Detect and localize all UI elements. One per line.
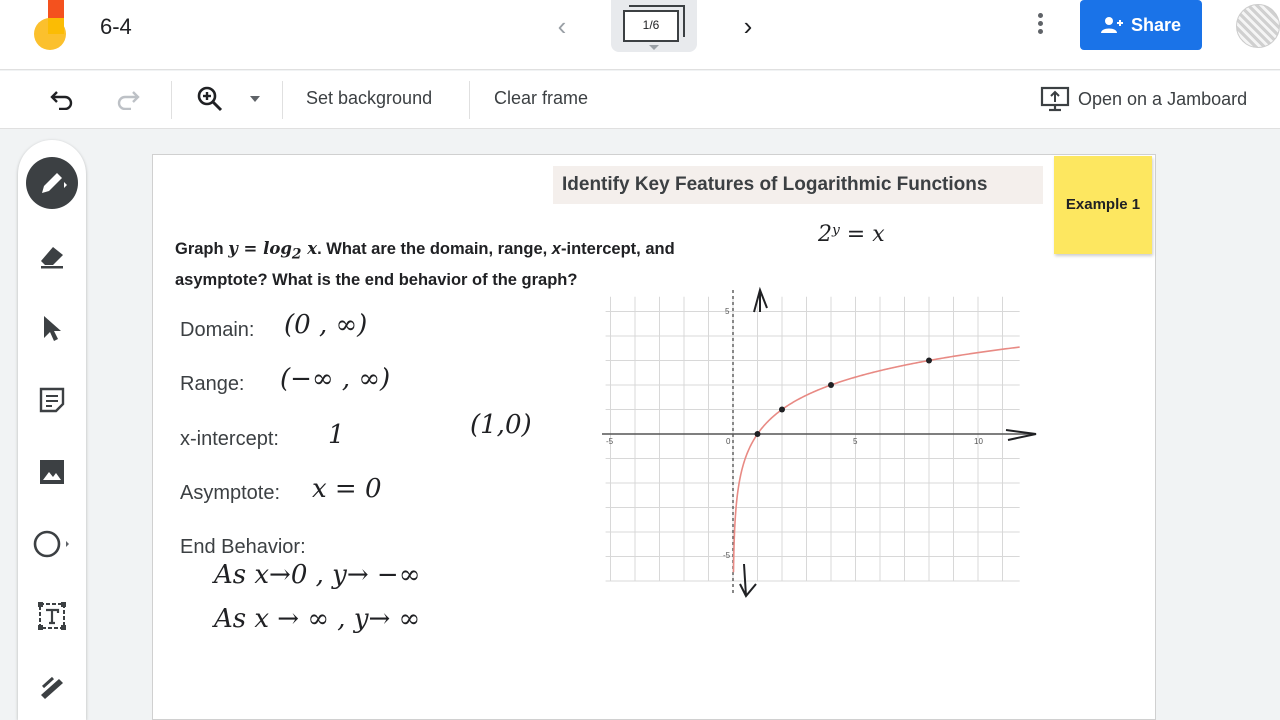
question-line2: asymptote? What is the end behavior of t…: [175, 271, 578, 290]
x-tick-label: 5: [853, 437, 858, 446]
toolbar: Set background Clear frame Open on a Jam…: [0, 71, 1280, 129]
set-background-button[interactable]: Set background: [306, 88, 432, 109]
question-equation: y = log2 x: [228, 239, 318, 262]
end-behavior-label: End Behavior:: [180, 536, 306, 558]
handwriting-exponential-form: 2ʸ = x: [818, 222, 885, 247]
x-intercept-label: x-intercept:: [180, 428, 279, 450]
handwriting-end-behavior-1: As x→0 , y→ −∞: [214, 560, 421, 590]
image-icon: [40, 460, 64, 484]
question-part: . What are the domain, range,: [317, 240, 552, 258]
handwriting-range: (−∞ , ∞): [280, 364, 391, 394]
y-axis-arrow: [753, 286, 768, 313]
plotted-point: [828, 382, 834, 388]
handwriting-x-intercept: 1: [328, 420, 345, 450]
x-axis-arrow: [1005, 429, 1037, 441]
plotted-point: [926, 357, 932, 364]
text-box-tool[interactable]: [26, 590, 78, 642]
more-options-button[interactable]: [1028, 10, 1052, 42]
question-part: Graph: [175, 240, 229, 258]
chevron-right-icon: ›: [743, 11, 753, 41]
image-tool[interactable]: [26, 446, 78, 498]
select-icon: [44, 316, 61, 341]
avatar[interactable]: [1236, 4, 1280, 48]
y-tick-label: 5: [725, 307, 730, 316]
previous-frame-button[interactable]: ‹: [548, 8, 576, 44]
question-part: -intercept, and: [560, 240, 675, 258]
clear-frame-button[interactable]: Clear frame: [494, 88, 588, 109]
caret-down-icon: [649, 45, 659, 50]
plotted-point: [779, 406, 785, 413]
chevron-left-icon: ‹: [557, 11, 567, 41]
y-axis-down-arrow: [739, 563, 757, 598]
laser-tool[interactable]: [26, 662, 78, 714]
zoom-in-icon: [197, 86, 223, 112]
person-add-icon: [1100, 17, 1123, 33]
undo-icon: [50, 91, 73, 110]
toolbar-divider: [469, 81, 470, 119]
shape-tool[interactable]: [26, 518, 78, 570]
undo-button[interactable]: [46, 83, 78, 115]
pen-tool[interactable]: [26, 157, 78, 209]
sticky-note-text: Example 1: [1065, 196, 1141, 213]
range-label: Range:: [180, 373, 245, 395]
frame-bar-toggle[interactable]: 1/6: [611, 0, 697, 52]
question-x: x: [301, 239, 318, 258]
x-tick-label: 10: [974, 437, 983, 446]
jam-title[interactable]: 6-4: [100, 14, 132, 40]
share-button[interactable]: Share: [1080, 0, 1202, 50]
handwriting-end-behavior-2: As x → ∞ , y→ ∞: [214, 604, 421, 634]
select-tool[interactable]: [26, 302, 78, 354]
caret-down-icon: [250, 96, 260, 102]
frame-indicator: 1/6: [642, 18, 660, 32]
plotted-points: [754, 357, 932, 437]
log-curve: [732, 346, 1020, 573]
handwriting-point: (1,0): [470, 410, 532, 440]
redo-button[interactable]: [112, 83, 144, 115]
share-label: Share: [1130, 14, 1182, 35]
toolbar-divider: [282, 81, 283, 119]
present-to-device-icon: [1040, 86, 1070, 112]
redo-icon: [117, 91, 140, 110]
question-x-italic: x: [551, 240, 561, 258]
sticky-note-icon: [39, 387, 65, 413]
next-frame-button[interactable]: ›: [734, 8, 762, 44]
eraser-tool[interactable]: [26, 230, 78, 282]
domain-label: Domain:: [180, 319, 255, 341]
jamboard-logo-icon: [30, 0, 70, 52]
top-bar: 6-4 ‹ 1/6 › Share: [0, 0, 1280, 70]
laser-icon: [41, 676, 63, 699]
zoom-button[interactable]: [194, 83, 226, 115]
text-box-icon: [38, 602, 66, 630]
y-tick-label: -5: [723, 551, 731, 560]
plotted-point: [754, 431, 761, 437]
x-tick-label: 0: [726, 437, 731, 446]
pen-icon: [42, 173, 67, 193]
more-vert-icon: [1037, 13, 1043, 18]
zoom-dropdown[interactable]: [240, 83, 270, 115]
graph-grid: [605, 296, 1020, 582]
question-eq: y = log: [228, 239, 292, 258]
asymptote-label: Asymptote:: [180, 482, 281, 504]
tool-panel: [18, 140, 86, 720]
slide-heading: Identify Key Features of Logarithmic Fun…: [562, 174, 988, 195]
open-on-jamboard-label: Open on a Jamboard: [1078, 88, 1248, 109]
eraser-icon: [41, 247, 63, 269]
handwriting-domain: (0 , ∞): [284, 310, 368, 340]
toolbar-divider: [171, 81, 172, 119]
handwriting-asymptote: x = 0: [312, 474, 382, 504]
sticky-note-tool[interactable]: [26, 374, 78, 426]
x-tick-label: -5: [606, 437, 614, 446]
open-on-jamboard-button[interactable]: Open on a Jamboard: [1040, 85, 1247, 113]
log-graph: -5 0 5 10 5 -5: [602, 286, 1037, 598]
circle-icon: [33, 530, 69, 558]
